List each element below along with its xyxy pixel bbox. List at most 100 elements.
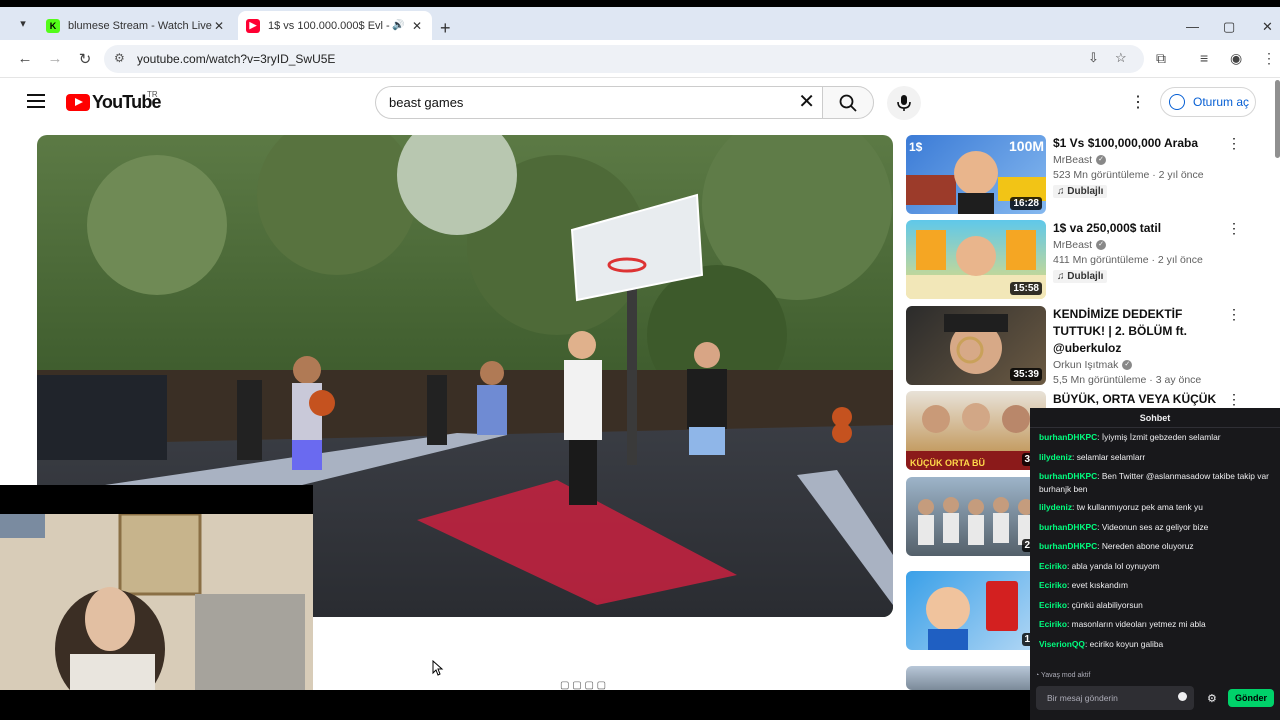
- profile-icon[interactable]: ◉: [1230, 50, 1242, 67]
- install-app-icon[interactable]: ⇩: [1088, 50, 1099, 66]
- video-meta: 411 Mn görüntüleme · 2 yıl önce: [1053, 254, 1203, 266]
- chat-username[interactable]: lilydeniz: [1039, 452, 1072, 462]
- tab-youtube-video[interactable]: ▶ 1$ vs 100.000.000$ Evl - YouTube 🔊 ✕: [238, 11, 432, 40]
- slow-mode-label: Yavaş mod aktif: [1041, 672, 1091, 679]
- chat-input-placeholder: Bir mesaj gönderin: [1047, 693, 1118, 703]
- stream-chat-panel: Sohbet burhanDHKPC: İyiymiş İzmit gebzed…: [1030, 408, 1280, 690]
- chat-username[interactable]: burhanDHKPC: [1039, 432, 1097, 442]
- video-thumbnail[interactable]: 100M 1$ 16:28: [906, 135, 1046, 214]
- chat-send-button[interactable]: Gönder: [1228, 689, 1274, 707]
- chat-username[interactable]: burhanDHKPC: [1039, 471, 1097, 481]
- chat-username[interactable]: Eciriko: [1039, 619, 1067, 629]
- svg-text:1$: 1$: [909, 140, 923, 154]
- chat-message: Eciriko: masonların videoları yetmez mi …: [1039, 619, 1206, 629]
- video-title[interactable]: 1$ va 250,000$ tatil: [1053, 220, 1233, 237]
- streamer-webcam: [0, 514, 313, 691]
- tab-close-icon[interactable]: ✕: [212, 19, 226, 33]
- chat-text: selamlar selamlarr: [1076, 451, 1146, 462]
- speaker-icon[interactable]: 🔊: [392, 20, 406, 31]
- screen: ▾ K blumese Stream - Watch Live on ✕ ▶ 1…: [0, 0, 1280, 720]
- video-options-icon[interactable]: ⋮: [1227, 135, 1241, 152]
- search-button[interactable]: [822, 86, 874, 119]
- chat-username[interactable]: lilydeniz: [1039, 502, 1072, 512]
- video-options-icon[interactable]: ⋮: [1227, 391, 1241, 408]
- chat-header: Sohbet: [1030, 408, 1280, 428]
- site-info-icon[interactable]: ⚙: [114, 51, 125, 65]
- search-input[interactable]: beast games ✕: [375, 86, 823, 119]
- related-video[interactable]: 15:58 1$ va 250,000$ tatil MrBeast ✓ 411 …: [906, 220, 1251, 300]
- chat-message: burhanDHKPC: İyiymiş İzmit gebzeden sela…: [1039, 432, 1221, 442]
- video-thumbnail[interactable]: 20:: [906, 477, 1046, 556]
- maximize-icon[interactable]: ▢: [1223, 19, 1235, 35]
- dubbed-label: Dublajlı: [1067, 271, 1104, 282]
- video-title[interactable]: BÜYÜK, ORTA VEYA KÜÇÜK: [1053, 391, 1233, 408]
- chat-settings-gear-icon[interactable]: ⚙: [1207, 692, 1217, 705]
- channel-name[interactable]: Orkun Işıtmak: [1053, 359, 1118, 371]
- new-tab-plus-icon[interactable]: +: [440, 19, 451, 37]
- forward-arrow-icon[interactable]: →: [46, 50, 64, 67]
- tab-close-icon[interactable]: ✕: [410, 19, 424, 33]
- bookmark-star-icon[interactable]: ☆: [1115, 50, 1127, 66]
- hamburger-menu-icon[interactable]: [27, 94, 45, 108]
- chat-message: burhanDHKPC: Videonun ses az geliyor biz…: [1039, 521, 1209, 532]
- slow-mode-notice: ◔ Yavaş mod aktif: [1035, 672, 1090, 679]
- verified-check-icon: ✓: [1122, 360, 1133, 370]
- video-options-icon[interactable]: ⋮: [1227, 220, 1241, 237]
- video-thumbnail[interactable]: 14:: [906, 571, 1046, 650]
- tab-kick-stream[interactable]: K blumese Stream - Watch Live on ✕: [38, 11, 234, 40]
- chat-message: Eciriko: çünkü alabiliyorsun: [1039, 599, 1143, 610]
- chat-text: evet kıskandım: [1071, 580, 1128, 590]
- reload-icon[interactable]: ↻: [76, 50, 94, 68]
- video-thumbnail[interactable]: 15:58: [906, 220, 1046, 299]
- url-text[interactable]: youtube.com/watch?v=3ryID_SwU5E: [137, 52, 335, 66]
- chat-text: çünkü alabiliyorsun: [1071, 599, 1143, 610]
- voice-search-button[interactable]: [887, 86, 921, 120]
- chat-username[interactable]: burhanDHKPC: [1039, 522, 1097, 532]
- chat-username[interactable]: ViserionQQ: [1039, 639, 1085, 649]
- sign-in-button[interactable]: Oturum aç: [1160, 87, 1256, 117]
- video-options-icon[interactable]: ⋮: [1227, 306, 1241, 323]
- tab-search-chevron-icon[interactable]: ▾: [14, 15, 32, 33]
- emoji-icon[interactable]: [1178, 692, 1187, 701]
- channel-name[interactable]: MrBeast: [1053, 239, 1092, 251]
- region-code: TR: [147, 90, 158, 99]
- video-thumbnail[interactable]: 35:39: [906, 306, 1046, 385]
- chat-message: Eciriko: abla yanda lol oynuyom: [1039, 560, 1160, 571]
- chat-text: İyiymiş İzmit gebzeden selamlar: [1101, 432, 1221, 442]
- chat-username[interactable]: burhanDHKPC: [1039, 541, 1097, 551]
- svg-text:KÜÇÜK ORTA BÜ: KÜÇÜK ORTA BÜ: [910, 458, 985, 468]
- clear-search-icon[interactable]: ✕: [798, 91, 815, 113]
- youtube-icon: ▶: [246, 18, 260, 33]
- dubbed-badge: ♫ Dublajlı: [1053, 185, 1108, 198]
- back-arrow-icon[interactable]: ←: [16, 50, 34, 67]
- chat-text: eciriko koyun galiba: [1089, 638, 1164, 649]
- search-query[interactable]: beast games: [389, 95, 463, 110]
- dubbed-icon: ♫: [1057, 186, 1068, 197]
- related-video[interactable]: 100M 1$ 16:28 $1 Vs $100,000,000 Araba M…: [906, 135, 1251, 215]
- chat-message-list[interactable]: burhanDHKPC: İyiymiş İzmit gebzeden sela…: [1030, 428, 1280, 674]
- video-title[interactable]: $1 Vs $100,000,000 Araba: [1053, 135, 1233, 152]
- page-scrollbar-thumb[interactable]: [1275, 80, 1280, 158]
- svg-text:100M: 100M: [1009, 138, 1044, 154]
- chat-username[interactable]: Eciriko: [1039, 580, 1067, 590]
- minimize-icon[interactable]: —: [1186, 19, 1199, 34]
- chat-username[interactable]: Eciriko: [1039, 561, 1067, 571]
- video-thumbnail[interactable]: KÜÇÜK ORTA BÜ 36:: [906, 391, 1046, 470]
- browser-menu-icon[interactable]: ⋮: [1262, 50, 1276, 67]
- related-video[interactable]: 35:39 KENDİMİZE DEDEKTİF TUTTUK! | 2. BÖ…: [906, 306, 1251, 386]
- verified-check-icon: ✓: [1096, 240, 1107, 250]
- chat-text: masonların videoları yetmez mi abla: [1071, 619, 1206, 629]
- settings-kebab-icon[interactable]: ⋮: [1130, 92, 1146, 112]
- channel-name[interactable]: MrBeast: [1053, 154, 1092, 166]
- window-close-icon[interactable]: ✕: [1262, 19, 1273, 35]
- video-thumbnail[interactable]: [906, 666, 1046, 690]
- media-control-icon[interactable]: ≡: [1200, 50, 1208, 66]
- extensions-icon[interactable]: ⧉: [1156, 50, 1166, 67]
- chat-message-input[interactable]: Bir mesaj gönderin: [1036, 686, 1194, 710]
- youtube-logo[interactable]: YouTube TR: [66, 90, 162, 113]
- video-title[interactable]: KENDİMİZE DEDEKTİF TUTTUK! | 2. BÖLÜM ft…: [1053, 306, 1233, 357]
- chat-message: burhanDHKPC: Nereden abone oluyoruz: [1039, 541, 1194, 551]
- chat-message: Eciriko: evet kıskandım: [1039, 580, 1128, 590]
- chat-username[interactable]: Eciriko: [1039, 600, 1067, 610]
- omnibox[interactable]: ⚙ youtube.com/watch?v=3ryID_SwU5E ⇩ ☆: [104, 45, 1144, 73]
